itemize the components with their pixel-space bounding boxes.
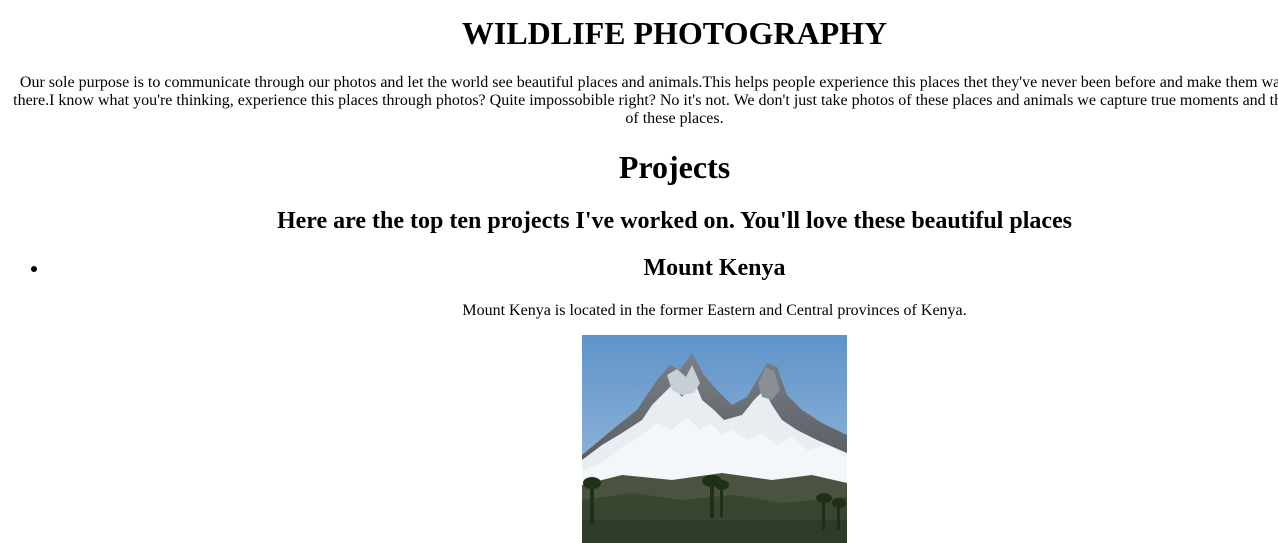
project-photo-container [40,335,1278,543]
project-item-mount-kenya: Mount Kenya Mount Kenya is located in th… [0,252,1278,543]
mount-kenya-photo [582,335,847,543]
projects-subheading: Here are the top ten projects I've worke… [276,208,1073,234]
projects-heading: Projects [618,149,731,185]
site-title: WILDLIFE PHOTOGRAPHY [461,15,888,51]
projects-list: Mount Kenya Mount Kenya is located in th… [0,252,1278,543]
project-description: Mount Kenya is located in the former Eas… [462,302,967,319]
project-title: Mount Kenya [643,255,786,281]
list-bullet-icon [31,266,37,272]
page: WILDLIFE PHOTOGRAPHY Our sole purpose is… [0,0,1278,543]
intro-paragraph: Our sole purpose is to communicate throu… [13,74,1278,127]
